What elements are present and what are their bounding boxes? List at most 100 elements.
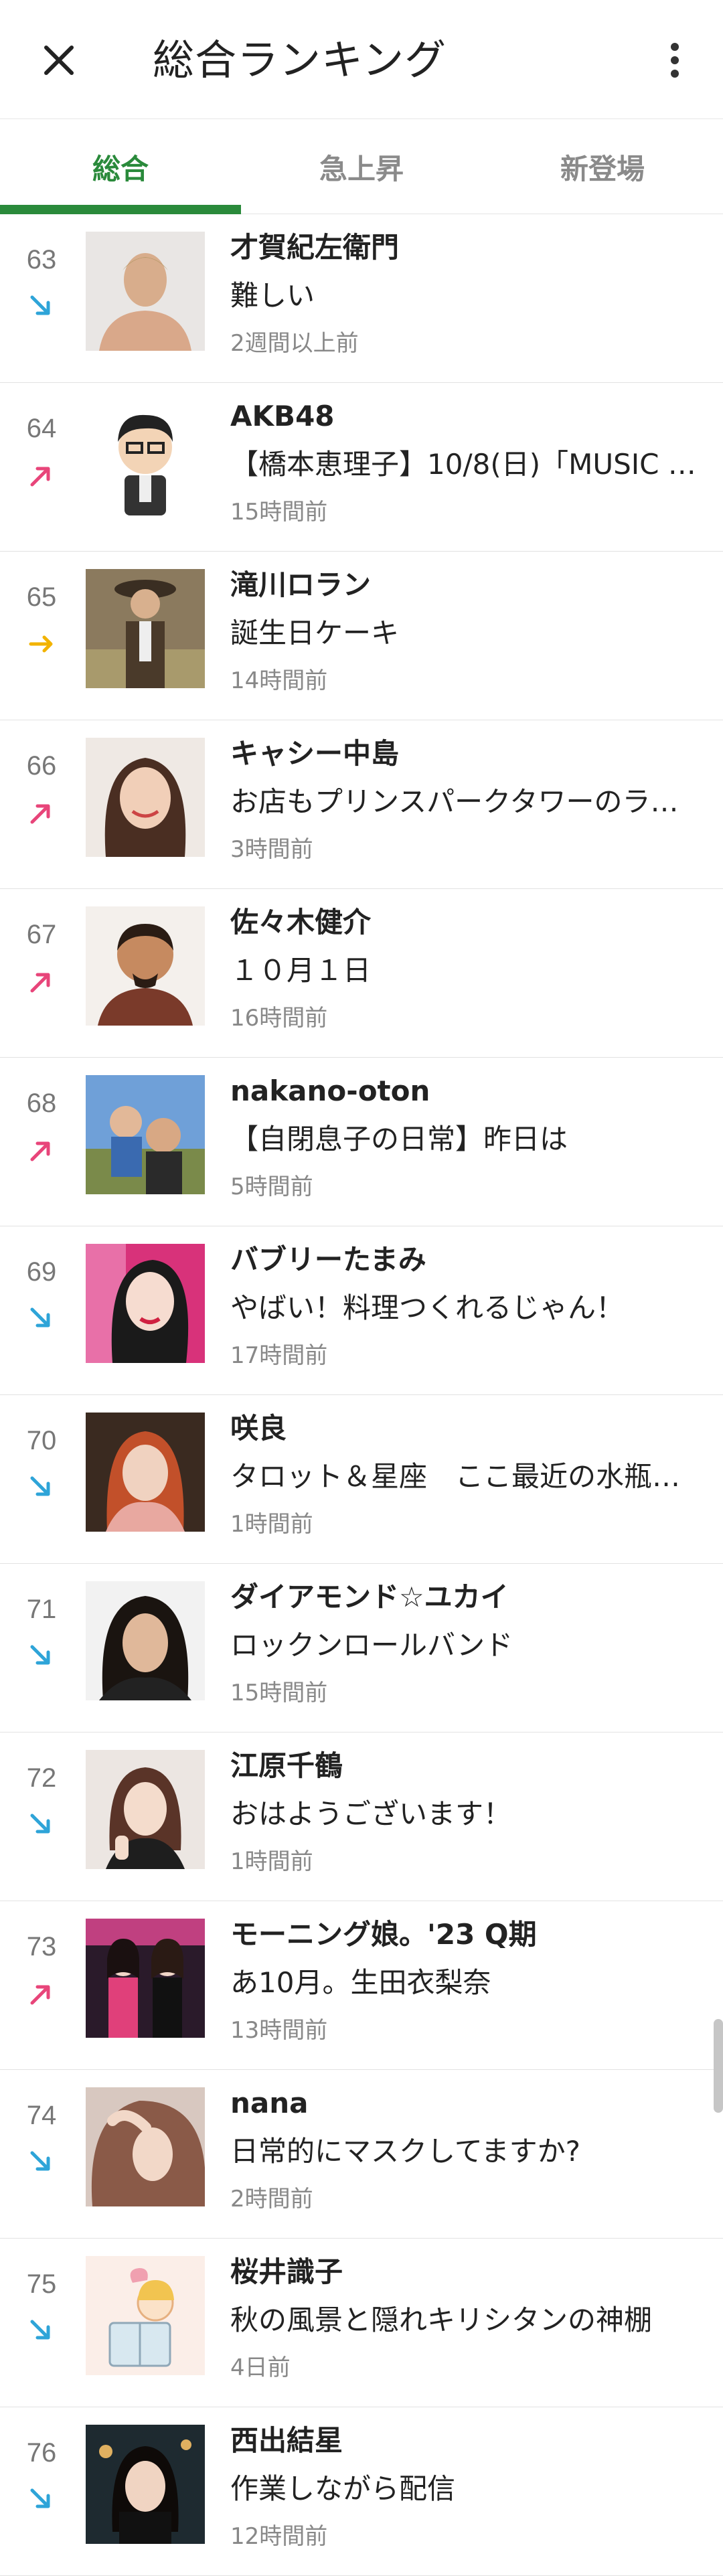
rank-number: 71 — [26, 1595, 57, 1624]
more-options-button[interactable] — [655, 33, 695, 87]
blogger-name: AKB48 — [230, 400, 335, 432]
post-time: 4日前 — [230, 2354, 291, 2381]
ranking-row[interactable]: 74 nana 日常的にマスクしてますか? 2時間前 — [0, 2070, 723, 2239]
rank-number: 74 — [26, 2101, 57, 2130]
ranking-row[interactable]: 75 桜井識子 秋の風景と隠れキリシタンの神棚 4日前 — [0, 2239, 723, 2407]
post-title: １０月１日 — [230, 954, 372, 987]
avatar — [86, 1919, 205, 2038]
tab-new[interactable]: 新登場 — [482, 119, 723, 214]
avatar — [86, 1244, 205, 1363]
post-time: 15時間前 — [230, 499, 328, 526]
trend-up-icon — [30, 1985, 50, 2005]
rank-number: 70 — [26, 1426, 57, 1455]
post-title: 難しい — [230, 279, 315, 312]
post-title: タロット＆星座 ここ最近の水瓶… — [230, 1460, 681, 1493]
tab-overall[interactable]: 総合 — [0, 119, 241, 214]
trend-flat-icon — [29, 635, 53, 653]
rank-number: 66 — [26, 751, 57, 781]
avatar — [86, 400, 205, 519]
post-title: お店もプリンスパークタワーのラ… — [230, 785, 679, 818]
ranking-row[interactable]: 64 AKB48 【橋本恵理子】10/8(日)「MUSIC … 15時間前 — [0, 383, 723, 552]
post-title: 【自閉息子の日常】昨日は — [230, 1123, 568, 1155]
scrollbar-thumb[interactable] — [714, 2019, 723, 2113]
ranking-row[interactable]: 69 バブリーたまみ やばい！料理つくれるじゃん！ 17時間前 — [0, 1226, 723, 1395]
avatar — [86, 906, 205, 1026]
blogger-name: nana — [230, 2087, 309, 2119]
ranking-row[interactable]: 67 佐々木健介 １０月１日 16時間前 — [0, 889, 723, 1058]
app-bar: 総合ランキング — [0, 0, 723, 119]
more-vertical-icon — [671, 43, 679, 78]
trend-down-icon — [30, 1476, 50, 1496]
ranking-row[interactable]: 71 ダイアモンド☆ユカイ ロックンロールバンド 15時間前 — [0, 1564, 723, 1733]
post-time: 16時間前 — [230, 1005, 328, 1032]
trend-down-icon — [30, 1307, 50, 1327]
rank-number: 65 — [26, 582, 57, 612]
blogger-name: 江原千鶴 — [230, 1749, 343, 1782]
blogger-name: 桜井識子 — [230, 2255, 343, 2288]
post-time: 3時間前 — [230, 836, 313, 863]
close-button[interactable] — [35, 36, 83, 84]
post-title: ロックンロールバンド — [230, 1629, 513, 1662]
avatar — [86, 2425, 205, 2544]
post-title: やばい！料理つくれるじゃん！ — [230, 1291, 625, 1324]
avatar — [86, 569, 205, 688]
ranking-row[interactable]: 72 江原千鶴 おはようございます！ 1時間前 — [0, 1733, 723, 1901]
trend-down-icon — [30, 295, 50, 315]
rank-number: 64 — [26, 414, 57, 443]
blogger-name: 佐々木健介 — [230, 906, 372, 939]
post-time: 1時間前 — [230, 1848, 313, 1875]
trend-down-icon — [30, 2320, 50, 2340]
active-tab-indicator — [0, 205, 241, 214]
post-time: 2週間以上前 — [230, 330, 359, 357]
post-time: 13時間前 — [230, 2017, 328, 2044]
trend-down-icon — [30, 1645, 50, 1665]
post-time: 12時間前 — [230, 2523, 328, 2550]
page-title: 総合ランキング — [153, 35, 447, 84]
blogger-name: ダイアモンド☆ユカイ — [230, 1581, 509, 1613]
blogger-name: バブリーたまみ — [230, 1243, 426, 1276]
blogger-name: 才賀紀左衛門 — [230, 231, 400, 264]
rank-number: 75 — [26, 2269, 57, 2299]
blogger-name: 西出結星 — [230, 2424, 343, 2457]
post-title: 日常的にマスクしてますか? — [230, 2135, 580, 2168]
rank-number: 63 — [26, 245, 57, 274]
post-title: 【橋本恵理子】10/8(日)「MUSIC … — [230, 448, 696, 481]
trend-down-icon — [30, 2151, 50, 2171]
blogger-name: nakano-oton — [230, 1074, 430, 1107]
rank-number: 73 — [26, 1932, 57, 1961]
rank-number: 76 — [26, 2438, 57, 2468]
blogger-name: 滝川ロラン — [230, 568, 372, 601]
post-title: 作業しながら配信 — [230, 2472, 456, 2505]
ranking-row[interactable]: 68 nakano-oton 【自閉息子の日常】昨日は 5時間前 — [0, 1058, 723, 1226]
avatar — [86, 232, 205, 351]
rank-number: 68 — [26, 1089, 57, 1118]
trend-up-icon — [30, 1141, 50, 1161]
ranking-row[interactable]: 70 咲良 タロット＆星座 ここ最近の水瓶… 1時間前 — [0, 1395, 723, 1564]
avatar — [86, 2087, 205, 2206]
avatar — [86, 1075, 205, 1194]
avatar — [86, 1750, 205, 1869]
post-time: 5時間前 — [230, 1174, 313, 1200]
post-time: 1時間前 — [230, 1511, 313, 1538]
trend-down-icon — [30, 1814, 50, 1834]
post-title: 誕生日ケーキ — [230, 617, 400, 649]
trend-down-icon — [30, 2488, 50, 2508]
rank-number: 67 — [26, 920, 57, 949]
ranking-row[interactable]: 76 西出結星 作業しながら配信 12時間前 — [0, 2407, 723, 2576]
avatar — [86, 738, 205, 857]
tab-rising[interactable]: 急上昇 — [241, 119, 482, 214]
post-title: おはようございます！ — [230, 1797, 512, 1830]
ranking-row[interactable]: 66 キャシー中島 お店もプリンスパークタワーのラ… 3時間前 — [0, 720, 723, 889]
ranking-row[interactable]: 63 才賀紀左衛門 難しい 2週間以上前 — [0, 214, 723, 383]
ranking-row[interactable]: 73 モーニング娘。'23 Q期 あ10月。生田衣梨奈 13時間前 — [0, 1901, 723, 2070]
trend-up-icon — [30, 804, 50, 824]
ranking-row[interactable]: 65 滝川ロラン 誕生日ケーキ 14時間前 — [0, 552, 723, 720]
post-title: あ10月。生田衣梨奈 — [230, 1966, 491, 1999]
rank-number: 72 — [26, 1763, 57, 1793]
post-time: 14時間前 — [230, 667, 328, 694]
post-time: 2時間前 — [230, 2186, 313, 2212]
blogger-name: キャシー中島 — [230, 737, 400, 770]
rank-number: 69 — [26, 1257, 57, 1287]
post-title: 秋の風景と隠れキリシタンの神棚 — [230, 2304, 653, 2336]
avatar — [86, 1413, 205, 1532]
